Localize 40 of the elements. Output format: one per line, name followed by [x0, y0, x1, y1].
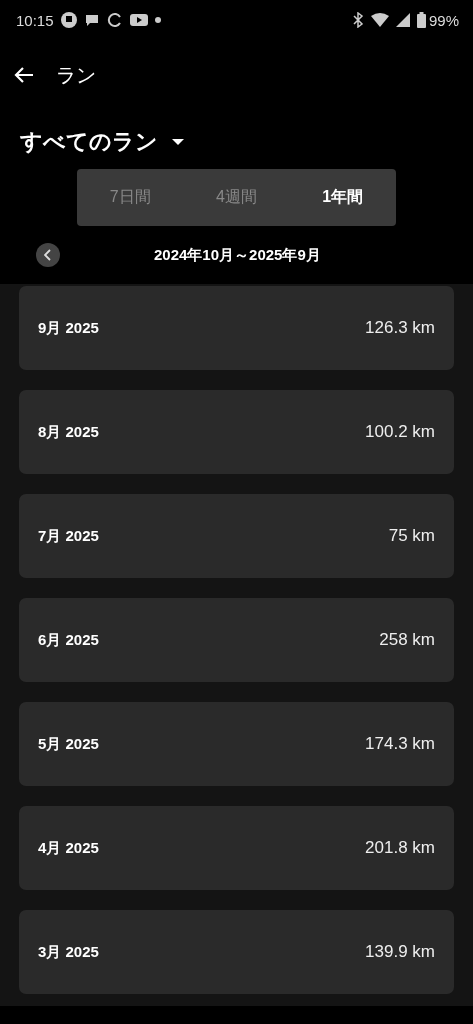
badge-icon [60, 12, 77, 28]
dropdown-caret-icon[interactable] [172, 139, 184, 145]
battery-icon [416, 12, 426, 28]
month-label: 4月 2025 [38, 838, 99, 858]
period-range: 2024年10月～2025年9月 [154, 245, 321, 265]
distance-value: 100.2 km [365, 422, 435, 442]
back-arrow-icon[interactable] [14, 66, 34, 84]
bluetooth-icon [351, 12, 364, 28]
sync-icon [106, 12, 123, 28]
month-card[interactable]: 3月 2025 139.9 km [19, 910, 454, 994]
chevron-left-icon [44, 249, 52, 261]
distance-value: 174.3 km [365, 734, 435, 754]
distance-value: 258 km [379, 630, 435, 650]
wifi-icon [370, 13, 389, 27]
month-card[interactable]: 6月 2025 258 km [19, 598, 454, 682]
clock: 10:15 [16, 11, 54, 29]
previous-button[interactable] [36, 243, 60, 267]
distance-value: 75 km [388, 526, 435, 546]
month-label: 6月 2025 [38, 630, 99, 650]
signal-icon [395, 13, 410, 27]
video-icon [129, 13, 148, 27]
battery-level: 99% [428, 11, 459, 29]
month-card[interactable]: 5月 2025 174.3 km [19, 702, 454, 786]
distance-value: 201.8 km [365, 838, 435, 858]
month-card[interactable]: 4月 2025 201.8 km [19, 806, 454, 890]
filter-dropdown[interactable]: すべてのラン [20, 127, 158, 157]
distance-value: 139.9 km [365, 942, 435, 962]
month-label: 9月 2025 [38, 318, 99, 338]
month-card[interactable]: 7月 2025 75 km [19, 494, 454, 578]
month-card[interactable]: 9月 2025 126.3 km [19, 286, 454, 370]
month-label: 8月 2025 [38, 422, 99, 442]
distance-value: 126.3 km [365, 318, 435, 338]
month-label: 7月 2025 [38, 526, 99, 546]
month-label: 5月 2025 [38, 734, 99, 754]
month-label: 3月 2025 [38, 942, 99, 962]
dot-icon [154, 17, 161, 23]
month-card[interactable]: 8月 2025 100.2 km [19, 390, 454, 474]
period-tab[interactable]: 1年間 [289, 169, 396, 226]
page-title: ラン [56, 62, 96, 88]
chat-icon [83, 13, 100, 27]
